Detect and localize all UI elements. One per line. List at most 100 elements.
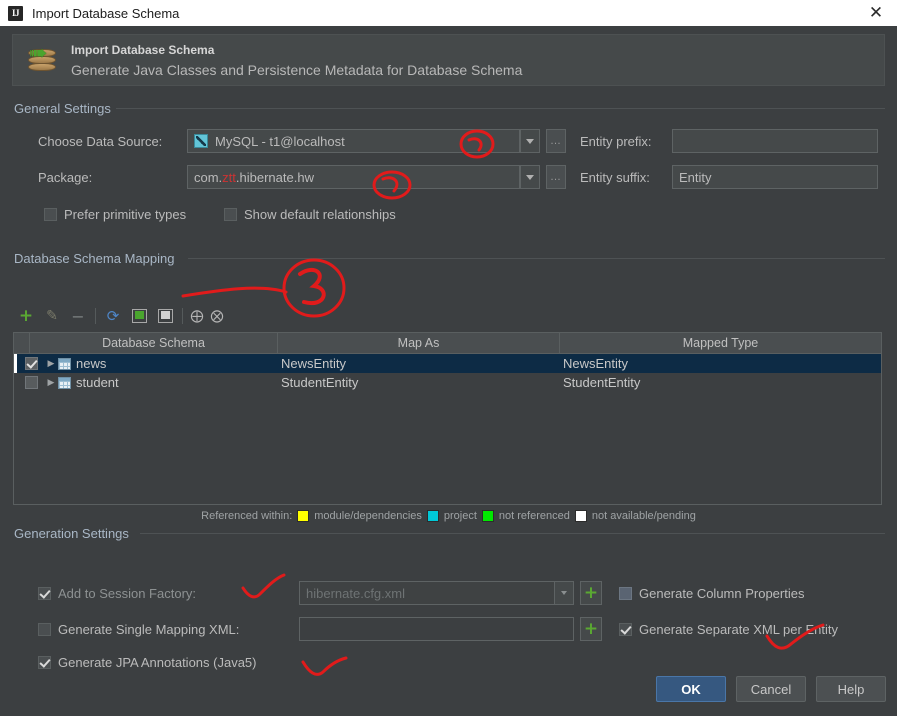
table-row[interactable]: ▶ student StudentEntity StudentEntity — [14, 373, 881, 392]
mapping-group-divider — [188, 258, 885, 259]
legend-label-not-referenced: not referenced — [498, 510, 570, 522]
row-map-as-cell[interactable]: NewsEntity — [279, 356, 561, 371]
generate-column-properties-checkbox[interactable]: Generate Column Properties — [619, 586, 804, 601]
row-schema-label: news — [76, 356, 107, 371]
ok-button[interactable]: OK — [656, 676, 726, 702]
legend-swatch-module-dependencies — [297, 510, 310, 522]
reference-legend: Referenced within: module/dependencies p… — [0, 510, 897, 522]
session-factory-dropdown-arrow[interactable] — [554, 581, 574, 605]
chevron-right-icon[interactable]: ▶ — [44, 378, 58, 388]
legend-prefix: Referenced within: — [201, 510, 293, 522]
generate-jpa-annotations-label: Generate JPA Annotations (Java5) — [58, 655, 257, 670]
table-row[interactable]: ▶ news NewsEntity NewsEntity — [14, 354, 881, 373]
session-factory-config-combo[interactable]: hibernate.cfg.xml — [299, 581, 574, 605]
show-default-relationships-checkbox[interactable]: Show default relationships — [224, 207, 396, 222]
legend-swatch-not-available — [574, 510, 587, 522]
entity-suffix-label: Entity suffix: — [580, 170, 650, 185]
prefer-primitive-types-box — [44, 208, 57, 221]
table-icon — [58, 376, 71, 389]
toolbar-separator-2 — [182, 308, 183, 324]
help-button[interactable]: Help — [816, 676, 886, 702]
prefer-primitive-types-checkbox[interactable]: Prefer primitive types — [44, 207, 186, 222]
database-import-icon: ➠ — [25, 43, 59, 77]
entity-suffix-input[interactable]: Entity — [672, 165, 878, 189]
add-button[interactable]: + — [13, 305, 39, 327]
generate-separate-xml-per-entity-box — [619, 623, 632, 636]
deselect-all-button[interactable] — [152, 305, 178, 327]
intellij-idea-icon: IJ — [8, 5, 23, 21]
legend-label-module-dependencies: module/dependencies — [314, 510, 422, 522]
row-mapped-type-cell[interactable]: NewsEntity — [561, 356, 881, 371]
window-title: Import Database Schema — [32, 5, 180, 21]
generate-separate-xml-per-entity-label: Generate Separate XML per Entity — [639, 622, 838, 637]
row-mapped-type-cell[interactable]: StudentEntity — [561, 375, 881, 390]
table-icon — [58, 357, 71, 370]
refresh-button[interactable]: ⟳ — [100, 305, 126, 327]
schema-mapping-table[interactable]: Database Schema Map As Mapped Type ▶ new… — [13, 332, 882, 505]
generate-separate-xml-per-entity-checkbox[interactable]: Generate Separate XML per Entity — [619, 622, 838, 637]
package-value-suffix: .hibernate.hw — [235, 169, 314, 185]
row-map-as-cell[interactable]: StudentEntity — [279, 375, 561, 390]
single-mapping-xml-add-button[interactable]: + — [580, 617, 602, 641]
row-schema-cell: ▶ news — [14, 356, 279, 371]
table-header-corner — [14, 333, 30, 353]
data-source-value: MySQL - t1@localhost — [215, 133, 345, 149]
toolbar-separator-1 — [95, 308, 96, 324]
data-source-label: Choose Data Source: — [38, 134, 163, 149]
entity-prefix-input[interactable] — [672, 129, 878, 153]
show-default-relationships-label: Show default relationships — [244, 207, 396, 222]
add-to-session-factory-box — [38, 587, 51, 600]
column-header-map-as[interactable]: Map As — [278, 333, 560, 353]
generate-column-properties-box — [619, 587, 632, 600]
legend-label-project: project — [443, 510, 477, 522]
generate-single-mapping-xml-checkbox[interactable]: Generate Single Mapping XML: — [38, 622, 239, 637]
close-icon[interactable]: ✕ — [855, 0, 897, 26]
edit-button[interactable]: ✎ — [39, 305, 65, 327]
chevron-right-icon[interactable]: ▶ — [44, 359, 58, 369]
data-source-browse-button[interactable]: … — [546, 129, 566, 153]
session-factory-add-button[interactable]: + — [580, 581, 602, 605]
package-label: Package: — [38, 170, 93, 185]
generation-settings-group-title: Generation Settings — [12, 526, 133, 541]
banner-title: Import Database Schema — [71, 42, 215, 57]
import-database-schema-dialog: ➠ Import Database Schema Generate Java C… — [0, 26, 897, 716]
mapping-toolbar: + ✎ − ⟳ ⨁ ⨂ — [13, 304, 882, 328]
expand-all-button[interactable]: ⨁ — [187, 308, 207, 324]
collapse-all-button[interactable]: ⨂ — [207, 308, 227, 324]
general-settings-group-title: General Settings — [12, 101, 115, 116]
generation-settings-divider — [140, 533, 885, 534]
legend-label-not-available: not available/pending — [591, 510, 696, 522]
column-header-mapped-type[interactable]: Mapped Type — [560, 333, 881, 353]
dialog-header-banner: ➠ Import Database Schema Generate Java C… — [12, 34, 885, 86]
add-to-session-factory-label: Add to Session Factory: — [58, 586, 197, 601]
window-titlebar: IJ Import Database Schema ✕ — [0, 0, 897, 26]
mysql-datasource-icon — [194, 134, 208, 148]
legend-swatch-project — [426, 510, 439, 522]
legend-swatch-not-referenced — [481, 510, 494, 522]
package-dropdown-arrow[interactable] — [520, 165, 540, 189]
package-value-prefix: com. — [194, 169, 223, 185]
check-jpa-annotations-annotation — [300, 656, 360, 691]
general-settings-divider — [116, 108, 885, 109]
check-session-factory-annotation — [240, 573, 300, 609]
generate-single-mapping-xml-label: Generate Single Mapping XML: — [58, 622, 240, 637]
generate-single-mapping-xml-box — [38, 623, 51, 636]
banner-subtitle: Generate Java Classes and Persistence Me… — [71, 61, 523, 78]
mapping-group-title: Database Schema Mapping — [12, 251, 179, 266]
row-checkbox[interactable] — [25, 357, 38, 370]
show-default-relationships-box — [224, 208, 237, 221]
row-schema-cell: ▶ student — [14, 375, 279, 390]
row-checkbox[interactable] — [25, 376, 38, 389]
package-value-highlight: ztt — [222, 169, 236, 185]
cancel-button[interactable]: Cancel — [736, 676, 806, 702]
data-source-combo[interactable]: MySQL - t1@localhost — [187, 129, 520, 153]
package-combo[interactable]: com. ztt .hibernate.hw — [187, 165, 520, 189]
data-source-dropdown-arrow[interactable] — [520, 129, 540, 153]
remove-button[interactable]: − — [65, 305, 91, 327]
package-browse-button[interactable]: … — [546, 165, 566, 189]
single-mapping-xml-input[interactable] — [299, 617, 574, 641]
select-all-button[interactable] — [126, 305, 152, 327]
generate-jpa-annotations-checkbox[interactable]: Generate JPA Annotations (Java5) — [38, 655, 257, 670]
add-to-session-factory-checkbox[interactable]: Add to Session Factory: — [38, 586, 196, 601]
column-header-database-schema[interactable]: Database Schema — [30, 333, 278, 353]
